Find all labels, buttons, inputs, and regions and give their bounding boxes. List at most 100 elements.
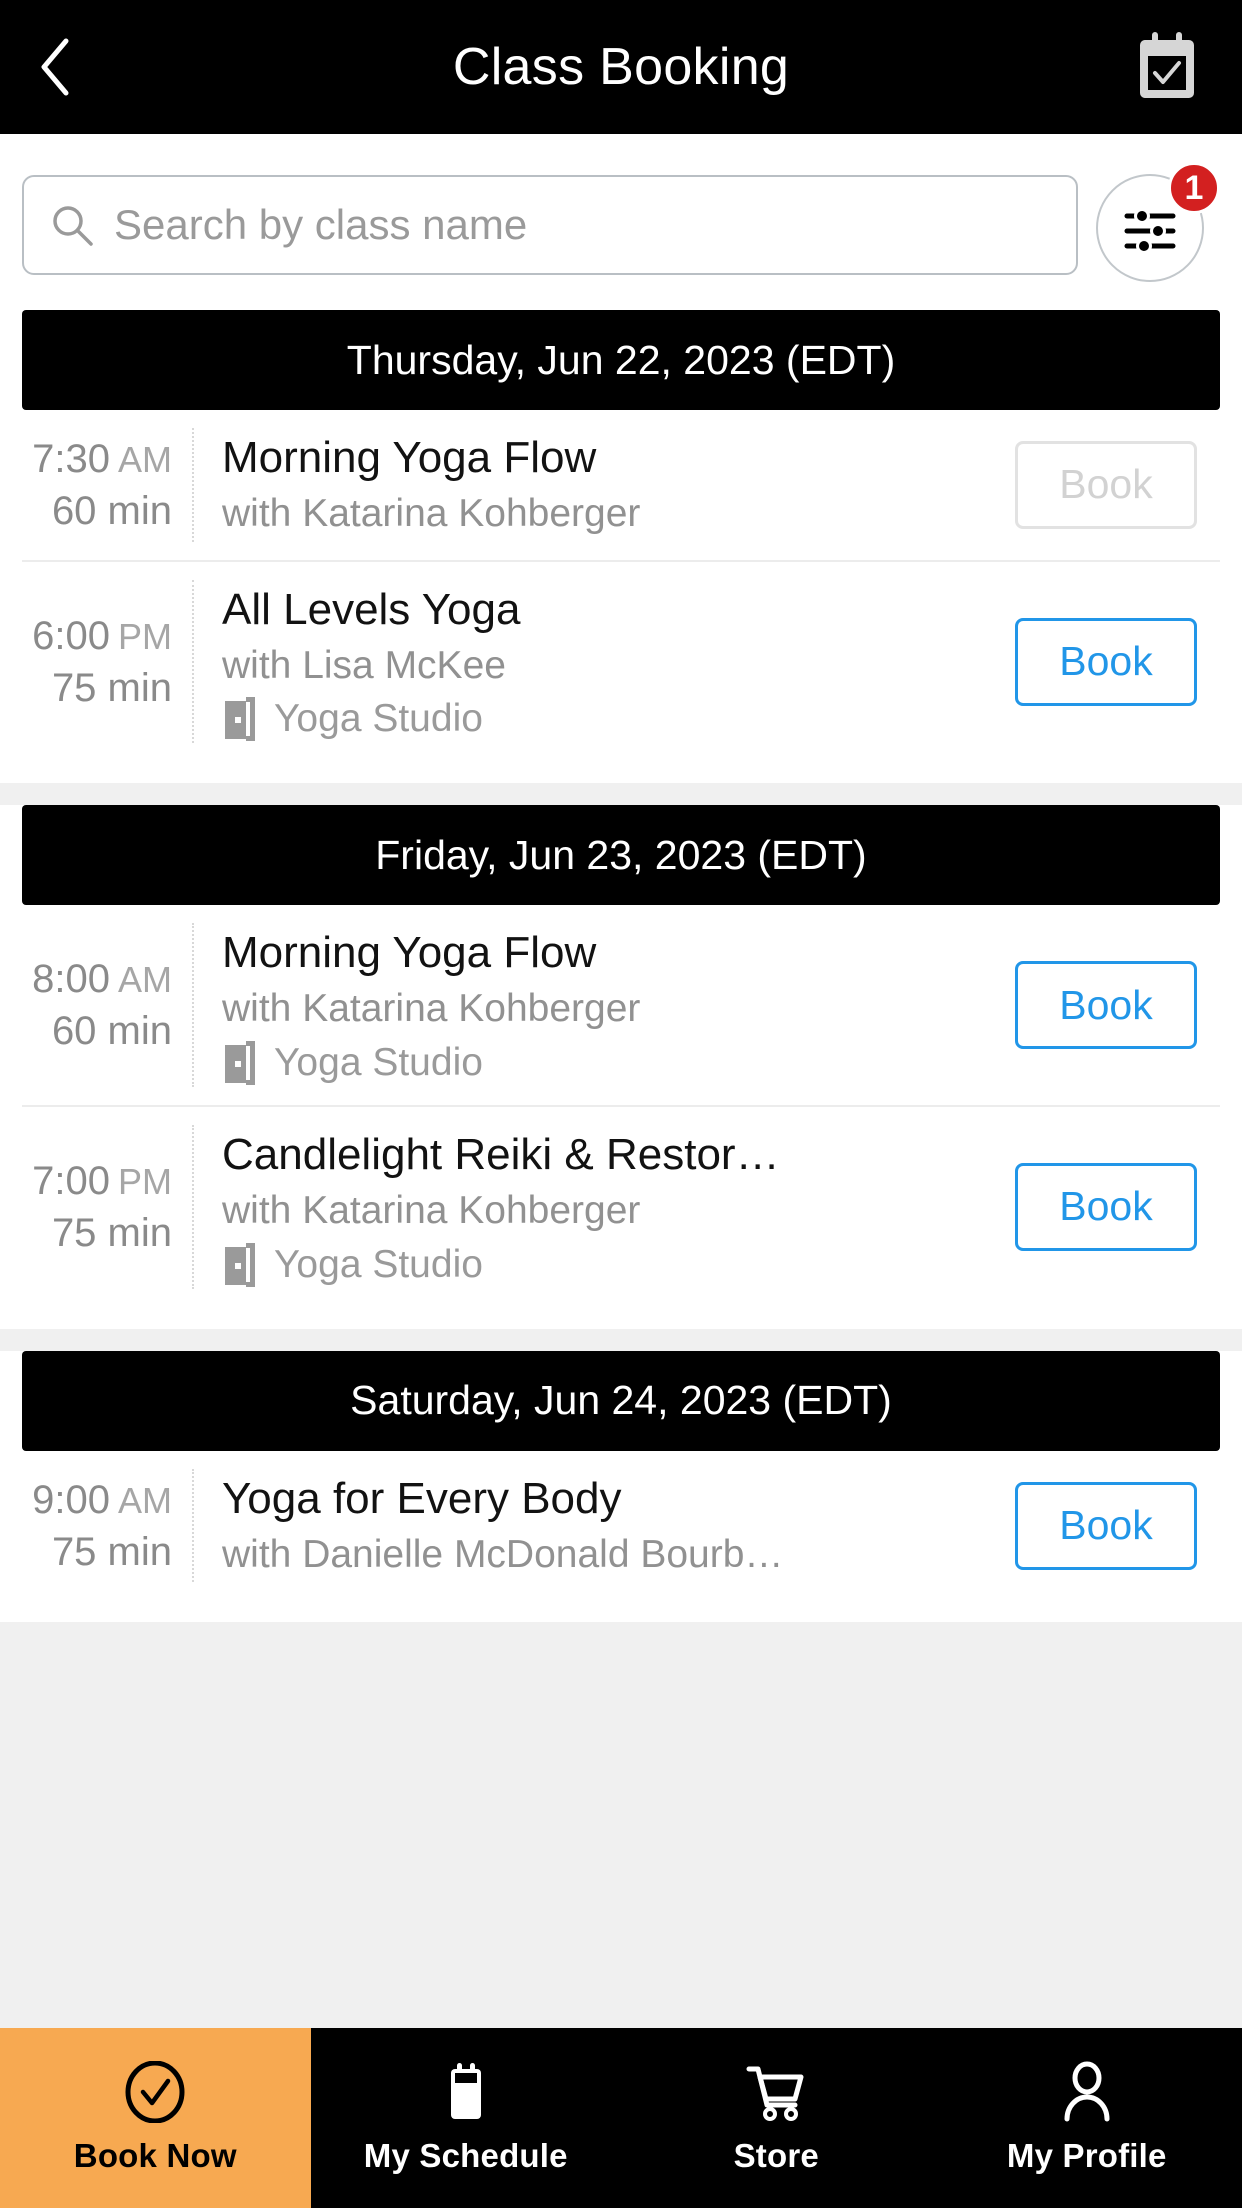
check-circle-icon — [125, 2061, 185, 2123]
day-header: Friday, Jun 23, 2023 (EDT) — [22, 805, 1220, 906]
class-time-column: 6:00 PM 75 min — [22, 579, 194, 744]
bottom-navigation: Book Now My Schedule Store My Profile — [0, 2028, 1242, 2208]
class-info-column: Candlelight Reiki & Restor… with Katarin… — [194, 1125, 1004, 1289]
class-action-column: Book — [1004, 923, 1220, 1087]
search-icon — [53, 206, 93, 246]
class-start-time: 9:00 AM — [32, 1474, 172, 1526]
page-title: Class Booking — [452, 38, 790, 96]
chevron-left-icon — [41, 38, 69, 96]
book-button[interactable]: Book — [1015, 961, 1197, 1050]
class-action-column: Book — [1004, 428, 1220, 542]
day-header: Saturday, Jun 24, 2023 (EDT) — [22, 1350, 1220, 1451]
nav-item-my-schedule[interactable]: My Schedule — [311, 2028, 622, 2208]
class-time-value: 6:00 — [32, 613, 110, 658]
class-time-column: 9:00 AM 75 min — [22, 1468, 194, 1583]
class-name: Yoga for Every Body — [222, 1473, 622, 1523]
book-button: Book — [1015, 440, 1197, 529]
class-action-column: Book — [1004, 580, 1220, 744]
class-info-column: Yoga for Every Body with Danielle McDona… — [194, 1469, 1004, 1583]
class-location: Yoga Studio — [222, 1041, 988, 1086]
calendar-icon — [450, 2063, 481, 2119]
search-bar-row: Search by class name 1 — [0, 134, 1242, 310]
nav-item-label: My Schedule — [363, 2137, 568, 2174]
nav-item-book-now[interactable]: Book Now — [0, 2028, 311, 2208]
day-group: Thursday, Jun 22, 2023 (EDT) 7:30 AM 60 m… — [0, 310, 1242, 784]
door-location-icon — [225, 697, 255, 742]
filter-button-wrap: 1 — [1096, 162, 1220, 284]
door-location-icon — [225, 1041, 255, 1086]
group-spacer — [0, 1306, 1242, 1329]
class-time-ampm: AM — [118, 959, 172, 1001]
class-time-ampm: PM — [118, 1160, 172, 1202]
app-header: Class Booking — [0, 0, 1242, 134]
class-location-label: Yoga Studio — [274, 697, 483, 741]
class-name: All Levels Yoga — [222, 584, 521, 634]
tune-sliders-icon — [1124, 208, 1176, 254]
class-location-label: Yoga Studio — [274, 1242, 483, 1286]
class-duration: 75 min — [51, 665, 172, 710]
day-class-rows: 7:30 AM 60 min Morning Yoga Flow with Kat… — [22, 410, 1220, 762]
class-info-column: All Levels Yoga with Lisa McKee Yoga Stu… — [194, 580, 1004, 744]
class-teacher: with Katarina Kohberger — [222, 1189, 641, 1233]
class-teacher: with Danielle McDonald Bourb… — [222, 1532, 784, 1576]
day-class-rows: 8:00 AM 60 min Morning Yoga Flow with Kat… — [22, 905, 1220, 1307]
door-location-icon — [225, 1242, 255, 1287]
class-time-value: 8:00 — [32, 957, 110, 1002]
class-booking-screen: Class Booking Search by class name 1 Thu… — [0, 0, 1242, 2208]
class-duration: 75 min — [51, 1529, 172, 1574]
class-info-column: Morning Yoga Flow with Katarina Kohberge… — [194, 428, 1004, 542]
class-row[interactable]: 8:00 AM 60 min Morning Yoga Flow with Kat… — [22, 905, 1220, 1108]
class-start-time: 7:00 PM — [32, 1155, 172, 1207]
back-button[interactable] — [0, 0, 110, 134]
class-row[interactable]: 9:00 AM 75 min Yoga for Every Body with D… — [22, 1450, 1220, 1601]
nav-item-my-profile[interactable]: My Profile — [932, 2028, 1242, 2208]
class-duration: 75 min — [51, 1210, 172, 1255]
person-icon — [1064, 2061, 1110, 2122]
class-info-column: Morning Yoga Flow with Katarina Kohberge… — [194, 923, 1004, 1087]
shopping-cart-icon — [746, 2066, 804, 2121]
class-action-column: Book — [1004, 1125, 1220, 1289]
class-start-time: 8:00 AM — [32, 953, 172, 1005]
class-time-value: 7:00 — [32, 1158, 110, 1203]
class-time-column: 7:00 PM 75 min — [22, 1125, 194, 1289]
day-group: Saturday, Jun 24, 2023 (EDT) 9:00 AM 75 m… — [0, 1350, 1242, 1623]
class-time-column: 7:30 AM 60 min — [22, 428, 194, 542]
search-placeholder-text: Search by class name — [114, 201, 528, 248]
class-location: Yoga Studio — [222, 1242, 988, 1287]
class-name: Morning Yoga Flow — [222, 433, 597, 482]
group-spacer — [0, 1600, 1242, 1623]
class-start-time: 6:00 PM — [32, 610, 172, 662]
book-button[interactable]: Book — [1015, 1162, 1197, 1251]
class-location-label: Yoga Studio — [274, 1041, 483, 1085]
class-start-time: 7:30 AM — [32, 433, 172, 485]
class-teacher: with Lisa McKee — [222, 643, 506, 687]
group-spacer — [0, 761, 1242, 784]
class-time-value: 7:30 — [32, 436, 110, 481]
nav-item-store[interactable]: Store — [621, 2028, 932, 2208]
filter-count-badge: 1 — [1168, 162, 1220, 214]
my-bookings-button[interactable] — [1092, 0, 1242, 134]
nav-item-label: My Profile — [1006, 2137, 1167, 2174]
book-button[interactable]: Book — [1015, 617, 1197, 706]
class-row[interactable]: 6:00 PM 75 min All Levels Yoga with Lisa … — [22, 561, 1220, 762]
class-name: Morning Yoga Flow — [222, 928, 597, 978]
class-teacher: with Katarina Kohberger — [222, 987, 641, 1031]
class-action-column: Book — [1004, 1469, 1220, 1583]
class-name: Candlelight Reiki & Restor… — [222, 1130, 780, 1180]
class-row[interactable]: 7:30 AM 60 min Morning Yoga Flow with Kat… — [22, 410, 1220, 562]
class-time-ampm: AM — [118, 1479, 172, 1521]
class-time-column: 8:00 AM 60 min — [22, 923, 194, 1088]
book-button[interactable]: Book — [1015, 1481, 1197, 1570]
class-time-ampm: PM — [118, 615, 172, 657]
class-teacher: with Katarina Kohberger — [222, 492, 641, 535]
class-time-value: 9:00 — [32, 1477, 110, 1522]
class-row[interactable]: 7:00 PM 75 min Candlelight Reiki & Restor… — [22, 1107, 1220, 1307]
day-class-rows: 9:00 AM 75 min Yoga for Every Body with D… — [22, 1450, 1220, 1601]
list-empty-space — [0, 1825, 1242, 2028]
class-location: Yoga Studio — [222, 697, 988, 742]
search-input[interactable]: Search by class name — [22, 175, 1078, 275]
class-duration: 60 min — [51, 1009, 172, 1054]
nav-item-label: Book Now — [73, 2137, 237, 2174]
day-header: Thursday, Jun 22, 2023 (EDT) — [22, 310, 1220, 410]
class-time-ampm: AM — [118, 438, 172, 480]
